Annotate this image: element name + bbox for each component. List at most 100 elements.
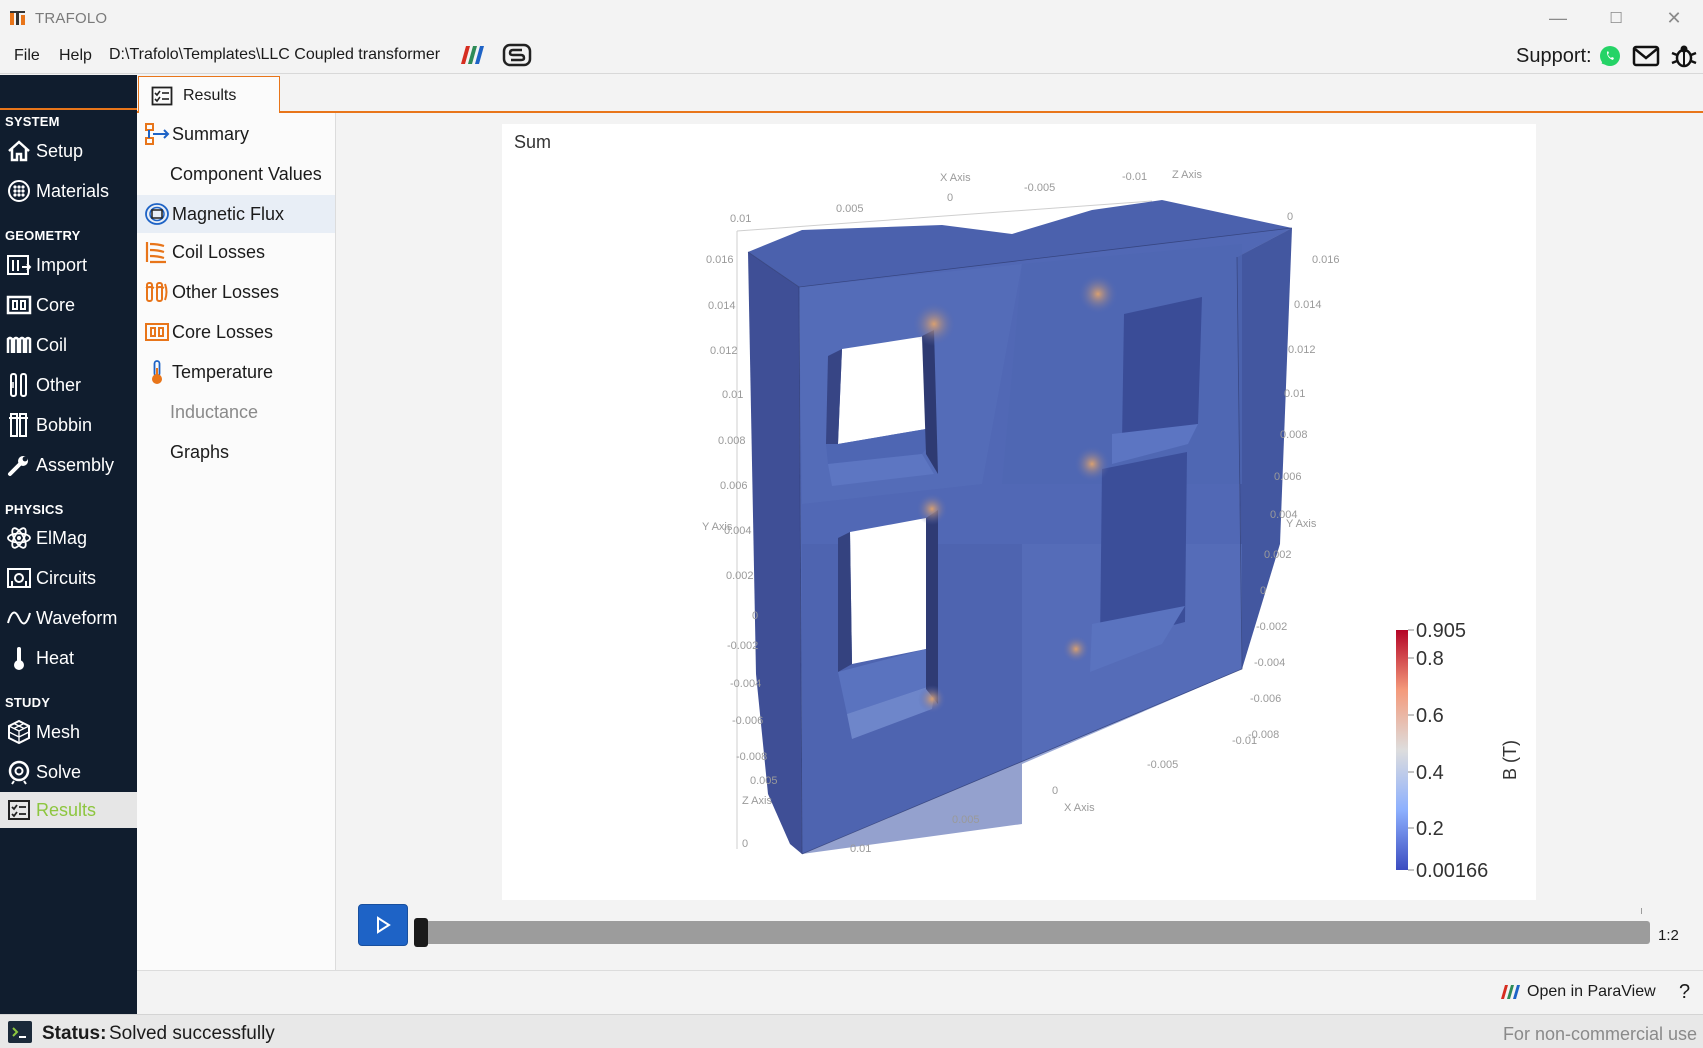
3d-viewport[interactable]: Sum X Axis Z Axis 0.01 0.005 0 -0.005 -0…	[502, 124, 1536, 900]
result-item-core-losses[interactable]: Core Losses	[137, 313, 335, 351]
result-label-magnetic-flux: Magnetic Flux	[172, 203, 285, 224]
tick-left-9: -0.002	[727, 640, 758, 652]
nav-accent-line	[0, 75, 137, 110]
tick-left-10: -0.004	[730, 678, 761, 690]
thermometer-icon	[6, 645, 32, 671]
magnetic-flux-icon	[144, 201, 170, 227]
nav-item-assembly[interactable]: Assembly	[0, 447, 137, 483]
coil-losses-icon	[144, 239, 170, 265]
menu-help[interactable]: Help	[59, 47, 92, 65]
legend-tick-3: 0.4	[1416, 762, 1444, 784]
tick-right-9: -0.002	[1256, 621, 1287, 633]
result-item-inductance[interactable]: Inductance	[137, 393, 335, 431]
nav-item-solve[interactable]: Solve	[0, 754, 137, 790]
trafolo-logo-icon	[10, 11, 25, 25]
result-item-summary[interactable]: Summary	[137, 115, 335, 153]
menu-bar: File Help D:\Trafolo\Templates\LLC Coupl…	[0, 36, 1703, 74]
axis-x-title-top: X Axis	[940, 172, 971, 184]
nav-item-waveform[interactable]: Waveform	[0, 600, 137, 636]
tab-results[interactable]: Results	[138, 76, 280, 114]
license-notice: For non-commercial use	[1502, 1024, 1697, 1044]
nav-item-setup[interactable]: Setup	[0, 133, 137, 169]
bug-report-icon[interactable]	[1670, 42, 1698, 70]
axis-z-title-top: Z Axis	[1172, 169, 1202, 181]
result-item-coil-losses[interactable]: Coil Losses	[137, 233, 335, 271]
result-item-magnetic-flux[interactable]: Magnetic Flux	[137, 195, 335, 233]
tick-bottom-0: 0.005	[750, 775, 778, 787]
play-icon	[377, 916, 391, 934]
axis-x-title-bottom: X Axis	[1064, 802, 1095, 814]
close-button[interactable]: ✕	[1645, 0, 1703, 36]
minimize-icon: —	[1549, 7, 1567, 28]
frame-slider-handle[interactable]	[414, 918, 428, 947]
nav-section-system: SYSTEM	[5, 114, 60, 129]
import-icon	[6, 252, 32, 278]
paraview-logo-icon[interactable]	[458, 44, 486, 66]
menu-file[interactable]: File	[14, 47, 40, 65]
axis-y-title-right: Y Axis	[1286, 518, 1317, 530]
other-losses-icon	[144, 279, 170, 305]
nav-item-coil[interactable]: Coil	[0, 327, 137, 363]
nav-item-other[interactable]: Other	[0, 367, 137, 403]
nav-item-heat[interactable]: Heat	[0, 640, 137, 676]
tab-header	[137, 75, 1703, 113]
whatsapp-icon[interactable]	[1598, 44, 1622, 68]
nav-item-core[interactable]: Core	[0, 287, 137, 323]
nav-label-solve: Solve	[36, 761, 82, 782]
tick-top-2: 0	[947, 192, 953, 204]
help-button[interactable]: ?	[1679, 981, 1690, 1004]
nav-section-physics: PHYSICS	[5, 502, 64, 517]
solve-icon	[6, 759, 32, 785]
open-in-paraview-button[interactable]: Open in ParaView	[1499, 983, 1656, 1001]
nav-label-assembly: Assembly	[36, 454, 115, 475]
nav-label-elmag: ElMag	[36, 527, 88, 548]
nav-label-waveform: Waveform	[36, 607, 118, 628]
summary-icon	[144, 121, 170, 147]
tick-top-3: -0.005	[1024, 182, 1055, 194]
tick-bottom-1: 0	[742, 838, 748, 850]
legend-title: B (T)	[1500, 740, 1520, 780]
frame-slider[interactable]	[415, 921, 1650, 944]
core-losses-icon	[144, 319, 170, 345]
result-label-inductance: Inductance	[170, 401, 259, 422]
tick-left-2: 0.012	[710, 345, 738, 357]
nav-label-bobbin: Bobbin	[36, 414, 93, 435]
result-item-other-losses[interactable]: Other Losses	[137, 273, 335, 311]
minimize-button[interactable]: —	[1529, 0, 1587, 36]
tick-top-5: 0	[1287, 211, 1293, 223]
nav-item-materials[interactable]: Materials	[0, 173, 137, 209]
nav-section-geometry: GEOMETRY	[5, 228, 81, 243]
open-in-paraview-label: Open in ParaView	[1527, 983, 1656, 1000]
color-legend-bar	[1396, 630, 1408, 870]
result-item-component-values[interactable]: Component Values	[137, 155, 335, 193]
tick-left-11: -0.006	[732, 715, 763, 727]
play-button[interactable]	[358, 904, 408, 946]
nav-item-elmag[interactable]: ElMag	[0, 520, 137, 556]
simulation-logo-icon[interactable]	[502, 43, 532, 67]
result-label-component-values: Component Values	[170, 163, 322, 184]
nav-item-import[interactable]: Import	[0, 247, 137, 283]
nav-item-bobbin[interactable]: Bobbin	[0, 407, 137, 443]
legend-tick-0: 0.905	[1416, 620, 1466, 642]
nav-label-materials: Materials	[36, 180, 110, 201]
tick-left-8: 0	[752, 610, 758, 622]
result-label-temperature: Temperature	[172, 361, 274, 382]
tick-right-5: 0.006	[1274, 471, 1302, 483]
wrench-icon	[6, 452, 32, 478]
legend-tick-4: 0.2	[1416, 818, 1444, 840]
project-path: D:\Trafolo\Templates\LLC Coupled transfo…	[109, 46, 441, 63]
app-window: TRAFOLO — ☐ ✕ File Help D:\Trafolo\Templ…	[0, 0, 1703, 1048]
maximize-button[interactable]: ☐	[1587, 0, 1645, 36]
mail-icon[interactable]	[1632, 45, 1660, 67]
tick-bottom-2: 0.01	[850, 843, 871, 855]
result-item-temperature[interactable]: Temperature	[137, 353, 335, 391]
nav-item-results[interactable]: Results	[0, 792, 137, 828]
close-icon: ✕	[1666, 7, 1682, 28]
legend-tick-1: 0.8	[1416, 648, 1444, 670]
result-item-graphs[interactable]: Graphs	[137, 433, 335, 471]
tick-right-8: 0	[1260, 585, 1266, 597]
waveform-icon	[6, 605, 32, 631]
nav-item-mesh[interactable]: Mesh	[0, 714, 137, 750]
tick-bottom-3: 0.005	[952, 814, 980, 826]
nav-item-circuits[interactable]: Circuits	[0, 560, 137, 596]
